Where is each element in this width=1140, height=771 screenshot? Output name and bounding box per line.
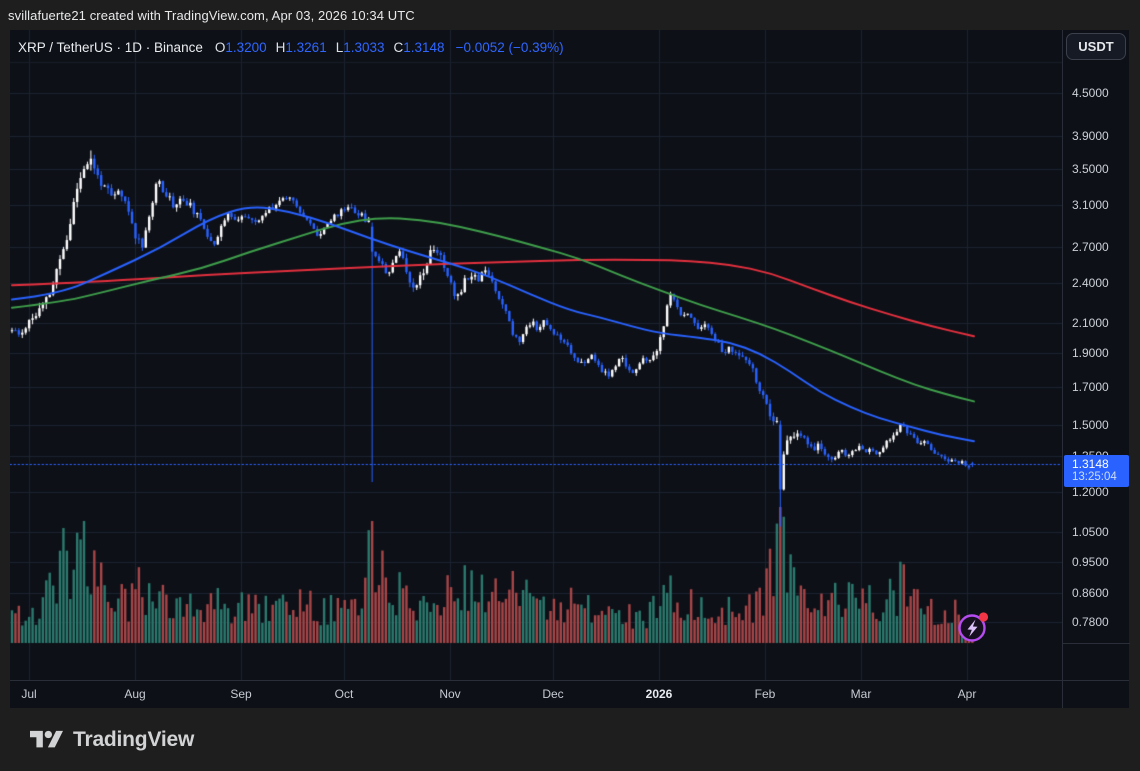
lightning-indicator-icon[interactable] — [956, 610, 990, 644]
price-chart-canvas[interactable] — [10, 30, 1062, 680]
price-tick-label: 1.0500 — [1072, 524, 1109, 540]
price-tick-label: 0.9500 — [1072, 554, 1109, 570]
price-tick-label: 1.5000 — [1072, 417, 1109, 433]
tradingview-logo[interactable]: TradingView — [30, 727, 194, 753]
time-tick-label: Dec — [529, 687, 577, 701]
price-axis-bottom-divider — [1063, 643, 1130, 644]
ohlc-close: C1.3148 — [394, 40, 445, 55]
attribution-bar: svillafuerte21 created with TradingView.… — [0, 0, 1140, 30]
price-tick-label: 2.4000 — [1072, 275, 1109, 291]
time-axis[interactable]: JulAugSepOctNovDec2026FebMarApr — [10, 680, 1129, 709]
time-tick-label: 2026 — [635, 687, 683, 701]
time-tick-label: Sep — [217, 687, 265, 701]
footer: TradingView — [0, 708, 1140, 771]
price-tick-label: 1.7000 — [1072, 379, 1109, 395]
price-tick-label: 0.7800 — [1072, 614, 1109, 630]
currency-toggle-button[interactable]: USDT — [1066, 33, 1126, 60]
time-tick-label: Jul — [5, 687, 53, 701]
price-tick-label: 4.5000 — [1072, 85, 1109, 101]
bar-countdown-timer: 13:25:04 — [1072, 471, 1129, 484]
ohlc-open: O1.3200 — [215, 40, 267, 55]
ohlc-high-value: 1.3261 — [285, 40, 326, 55]
ohlc-close-value: 1.3148 — [403, 40, 444, 55]
last-price-label: 1.3148 13:25:04 — [1064, 455, 1129, 487]
symbol-legend[interactable]: XRP / TetherUS · 1D · Binance O1.3200 H1… — [18, 37, 564, 57]
ohlc-low-value: 1.3033 — [343, 40, 384, 55]
time-tick-label: Aug — [111, 687, 159, 701]
price-tick-label: 3.9000 — [1072, 128, 1109, 144]
tradingview-brand: TradingView — [73, 728, 194, 752]
change-value: −0.0052 (−0.39%) — [456, 40, 564, 55]
price-tick-label: 2.7000 — [1072, 239, 1109, 255]
price-tick-label: 2.1000 — [1072, 315, 1109, 331]
page: svillafuerte21 created with TradingView.… — [0, 0, 1140, 771]
price-tick-label: 3.5000 — [1072, 161, 1109, 177]
time-tick-label: Mar — [837, 687, 885, 701]
symbol-title: XRP / TetherUS · 1D · Binance — [18, 40, 203, 55]
price-tick-label: 3.1000 — [1072, 197, 1109, 213]
ohlc-high: H1.3261 — [276, 40, 327, 55]
price-axis[interactable]: 1.3148 13:25:04 4.5000 3.9000 3.5000 3.1000… — [1062, 30, 1129, 709]
chart-widget: XRP / TetherUS · 1D · Binance O1.3200 H1… — [10, 30, 1129, 709]
time-tick-label: Apr — [943, 687, 991, 701]
price-tick-label: 0.8600 — [1072, 585, 1109, 601]
attribution-text: svillafuerte21 created with TradingView.… — [8, 8, 415, 23]
ohlc-low: L1.3033 — [336, 40, 385, 55]
time-tick-label: Nov — [426, 687, 474, 701]
price-tick-label: 1.9000 — [1072, 345, 1109, 361]
ohlc-open-value: 1.3200 — [225, 40, 266, 55]
last-price-value: 1.3148 — [1072, 457, 1129, 471]
time-tick-label: Oct — [320, 687, 368, 701]
tradingview-logo-icon — [30, 727, 63, 753]
time-tick-label: Feb — [741, 687, 789, 701]
